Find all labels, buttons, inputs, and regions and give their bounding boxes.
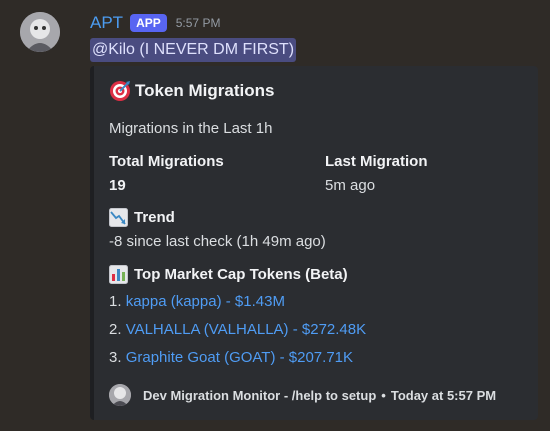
user-mention[interactable]: @Kilo (I NEVER DM FIRST) <box>90 38 297 62</box>
token-list-item: 3. Graphite Goat (GOAT) - $207.71K <box>109 349 353 366</box>
trend-title: Trend <box>134 209 175 226</box>
field-value-total-migrations: 19 <box>109 177 126 194</box>
footer-timestamp: Today at 5:57 PM <box>390 387 497 403</box>
token-list-item: 1. kappa (kappa) - $1.43M <box>109 293 285 310</box>
token-rank: 1. <box>109 293 126 310</box>
embed-footer: Dev Migration Monitor - /help to setup •… <box>109 384 496 406</box>
field-value-last-migration: 5m ago <box>325 177 376 194</box>
token-rank: 2. <box>109 321 126 338</box>
message-header: APT APP 5:57 PM <box>90 12 220 34</box>
token-link-goat[interactable]: Graphite Goat (GOAT) - $207.71K <box>126 349 353 366</box>
embed-card: Token Migrations Migrations in the Last … <box>90 66 538 420</box>
chart-decreasing-icon <box>109 208 128 227</box>
footer-text: Dev Migration Monitor - /help to setup <box>143 387 377 403</box>
author-avatar[interactable] <box>20 12 60 52</box>
author-name[interactable]: APT <box>90 13 123 33</box>
embed-title: Token Migrations <box>109 80 274 102</box>
token-link-valhalla[interactable]: VALHALLA (VALHALLA) - $272.48K <box>126 321 366 338</box>
field-name-total-migrations: Total Migrations <box>109 153 224 170</box>
top-tokens-title: Top Market Cap Tokens (Beta) <box>134 266 348 283</box>
avatar-image <box>20 12 60 52</box>
footer-separator: • <box>381 387 386 403</box>
footer-avatar-image <box>109 384 131 406</box>
embed-description: Migrations in the Last 1h <box>109 120 273 137</box>
token-rank: 3. <box>109 349 126 366</box>
top-tokens-heading: Top Market Cap Tokens (Beta) <box>109 265 348 284</box>
message-timestamp: 5:57 PM <box>175 16 221 30</box>
footer-avatar <box>109 384 131 406</box>
trend-value: -8 since last check (1h 49m ago) <box>109 233 326 250</box>
bar-chart-icon <box>109 265 128 284</box>
token-link-kappa[interactable]: kappa (kappa) - $1.43M <box>126 293 285 310</box>
trend-heading: Trend <box>109 208 175 227</box>
token-list-item: 2. VALHALLA (VALHALLA) - $272.48K <box>109 321 366 338</box>
field-name-last-migration: Last Migration <box>325 153 428 170</box>
target-icon <box>110 81 130 101</box>
app-badge: APP <box>130 14 167 32</box>
embed-title-text: Token Migrations <box>135 81 275 100</box>
